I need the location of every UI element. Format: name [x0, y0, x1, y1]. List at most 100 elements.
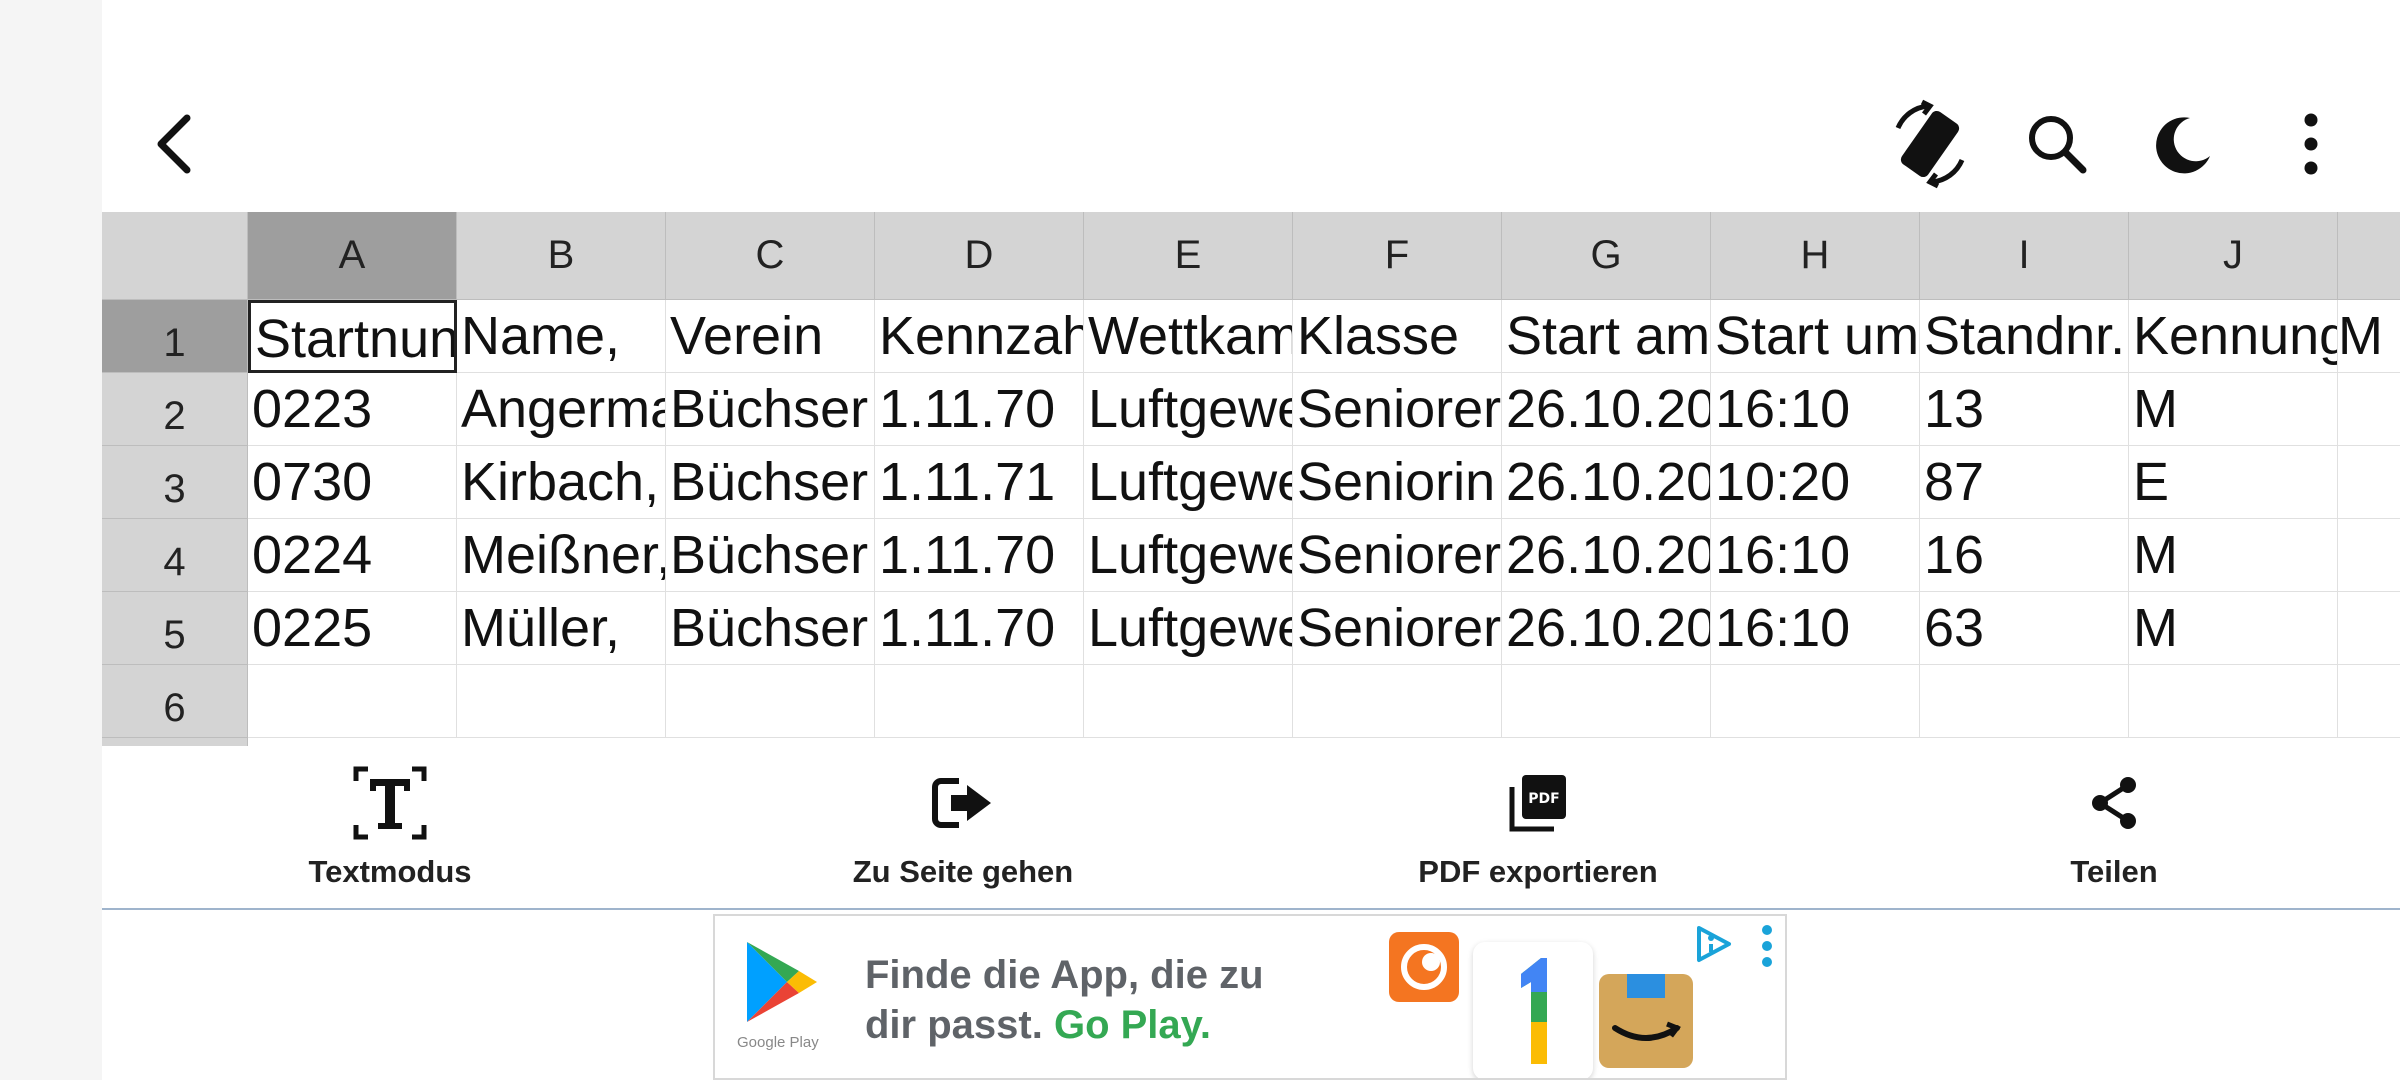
spreadsheet-grid[interactable]: A B C D E F G H I J 1 2 3 4 5 6 Startnun…	[102, 212, 2400, 746]
cell-g4[interactable]: 26.10.20	[1502, 519, 1711, 592]
cell-h2[interactable]: 16:10	[1711, 373, 1920, 446]
search-button[interactable]	[2007, 94, 2107, 194]
cell-f3[interactable]: Seniorin	[1293, 446, 1502, 519]
cell-j1[interactable]: Kennung	[2129, 300, 2338, 373]
cell-k4[interactable]	[2338, 519, 2400, 592]
cell-b5[interactable]: Müller,	[457, 592, 666, 665]
go-to-page-button[interactable]: Zu Seite gehen	[803, 764, 1123, 894]
cell-d1[interactable]: Kennzah	[875, 300, 1084, 373]
go-to-page-icon	[932, 778, 991, 828]
cell-e4[interactable]: Luftgewe	[1084, 519, 1293, 592]
cell-e1[interactable]: Wettkam	[1084, 300, 1293, 373]
cell-j5[interactable]: M	[2129, 592, 2338, 665]
cell-f5[interactable]: Seniorer	[1293, 592, 1502, 665]
cell-b1[interactable]: Name,	[457, 300, 666, 373]
cell-b4[interactable]: Meißner,	[457, 519, 666, 592]
cell-d3[interactable]: 1.11.71	[875, 446, 1084, 519]
cell-k6[interactable]	[2338, 665, 2400, 738]
share-button[interactable]: Teilen	[1954, 764, 2274, 894]
row-header-1[interactable]: 1	[102, 300, 248, 373]
cell-j6[interactable]	[2129, 665, 2338, 738]
cell-d6[interactable]	[875, 665, 1084, 738]
cell-i1[interactable]: Standnr.	[1920, 300, 2129, 373]
text-mode-label: Textmodus	[308, 854, 472, 889]
row-header-6[interactable]: 6	[102, 665, 248, 738]
ad-choices-icon[interactable]	[1691, 922, 1735, 966]
cell-e3[interactable]: Luftgewe	[1084, 446, 1293, 519]
row-header-4[interactable]: 4	[102, 519, 248, 592]
text-mode-button[interactable]: Textmodus	[230, 764, 550, 894]
cell-c6[interactable]	[666, 665, 875, 738]
column-header-k[interactable]	[2338, 212, 2400, 300]
cell-i5[interactable]: 63	[1920, 592, 2129, 665]
more-options-button[interactable]	[2261, 94, 2361, 194]
cell-d4[interactable]: 1.11.70	[875, 519, 1084, 592]
back-button[interactable]	[125, 94, 225, 194]
cell-i4[interactable]: 16	[1920, 519, 2129, 592]
cell-g2[interactable]: 26.10.20	[1502, 373, 1711, 446]
cell-c1[interactable]: Verein	[666, 300, 875, 373]
cell-g6[interactable]	[1502, 665, 1711, 738]
night-mode-button[interactable]	[2132, 94, 2232, 194]
cell-d2[interactable]: 1.11.70	[875, 373, 1084, 446]
cell-a2[interactable]: 0223	[248, 373, 457, 446]
column-header-i[interactable]: I	[1920, 212, 2129, 300]
cell-f6[interactable]	[1293, 665, 1502, 738]
rotate-screen-button[interactable]	[1880, 94, 1980, 194]
cell-a5[interactable]: 0225	[248, 592, 457, 665]
cell-f2[interactable]: Seniorer	[1293, 373, 1502, 446]
cell-i6[interactable]	[1920, 665, 2129, 738]
cell-h1[interactable]: Start um	[1711, 300, 1920, 373]
row-header-2[interactable]: 2	[102, 373, 248, 446]
column-header-d[interactable]: D	[875, 212, 1084, 300]
cell-h5[interactable]: 16:10	[1711, 592, 1920, 665]
ad-banner[interactable]: Google Play Finde die App, die zu dir pa…	[713, 914, 1787, 1080]
cell-b2[interactable]: Angerma	[457, 373, 666, 446]
cell-a4[interactable]: 0224	[248, 519, 457, 592]
cell-f1[interactable]: Klasse	[1293, 300, 1502, 373]
cell-h4[interactable]: 16:10	[1711, 519, 1920, 592]
column-header-b[interactable]: B	[457, 212, 666, 300]
cell-g1[interactable]: Start am	[1502, 300, 1711, 373]
cell-g5[interactable]: 26.10.20	[1502, 592, 1711, 665]
cell-a3[interactable]: 0730	[248, 446, 457, 519]
cell-c5[interactable]: Büchser	[666, 592, 875, 665]
cell-k3[interactable]	[2338, 446, 2400, 519]
cell-h3[interactable]: 10:20	[1711, 446, 1920, 519]
row-header-7[interactable]	[102, 738, 248, 746]
cell-d5[interactable]: 1.11.70	[875, 592, 1084, 665]
ad-more-icon[interactable]	[1759, 924, 1775, 968]
cell-b6[interactable]	[457, 665, 666, 738]
cell-e6[interactable]	[1084, 665, 1293, 738]
cell-h6[interactable]	[1711, 665, 1920, 738]
column-header-f[interactable]: F	[1293, 212, 1502, 300]
cell-k2[interactable]	[2338, 373, 2400, 446]
select-all-corner[interactable]	[102, 212, 248, 300]
cell-c4[interactable]: Büchser	[666, 519, 875, 592]
cell-j4[interactable]: M	[2129, 519, 2338, 592]
cell-b3[interactable]: Kirbach,	[457, 446, 666, 519]
cell-f4[interactable]: Seniorer	[1293, 519, 1502, 592]
cell-j3[interactable]: E	[2129, 446, 2338, 519]
cell-i2[interactable]: 13	[1920, 373, 2129, 446]
column-header-c[interactable]: C	[666, 212, 875, 300]
cell-a1[interactable]: Startnun	[248, 300, 457, 373]
cell-a6[interactable]	[248, 665, 457, 738]
cell-c2[interactable]: Büchser	[666, 373, 875, 446]
column-header-h[interactable]: H	[1711, 212, 1920, 300]
export-pdf-button[interactable]: PDF PDF exportieren	[1378, 764, 1698, 894]
cell-c3[interactable]: Büchser	[666, 446, 875, 519]
row-header-3[interactable]: 3	[102, 446, 248, 519]
google-play-logo-icon	[747, 942, 817, 1022]
cell-k5[interactable]	[2338, 592, 2400, 665]
cell-e2[interactable]: Luftgewe	[1084, 373, 1293, 446]
row-header-5[interactable]: 5	[102, 592, 248, 665]
column-header-a[interactable]: A	[248, 212, 457, 300]
cell-e5[interactable]: Luftgewe	[1084, 592, 1293, 665]
cell-i3[interactable]: 87	[1920, 446, 2129, 519]
cell-g3[interactable]: 26.10.20	[1502, 446, 1711, 519]
column-header-e[interactable]: E	[1084, 212, 1293, 300]
column-header-j[interactable]: J	[2129, 212, 2338, 300]
column-header-g[interactable]: G	[1502, 212, 1711, 300]
cell-j2[interactable]: M	[2129, 373, 2338, 446]
